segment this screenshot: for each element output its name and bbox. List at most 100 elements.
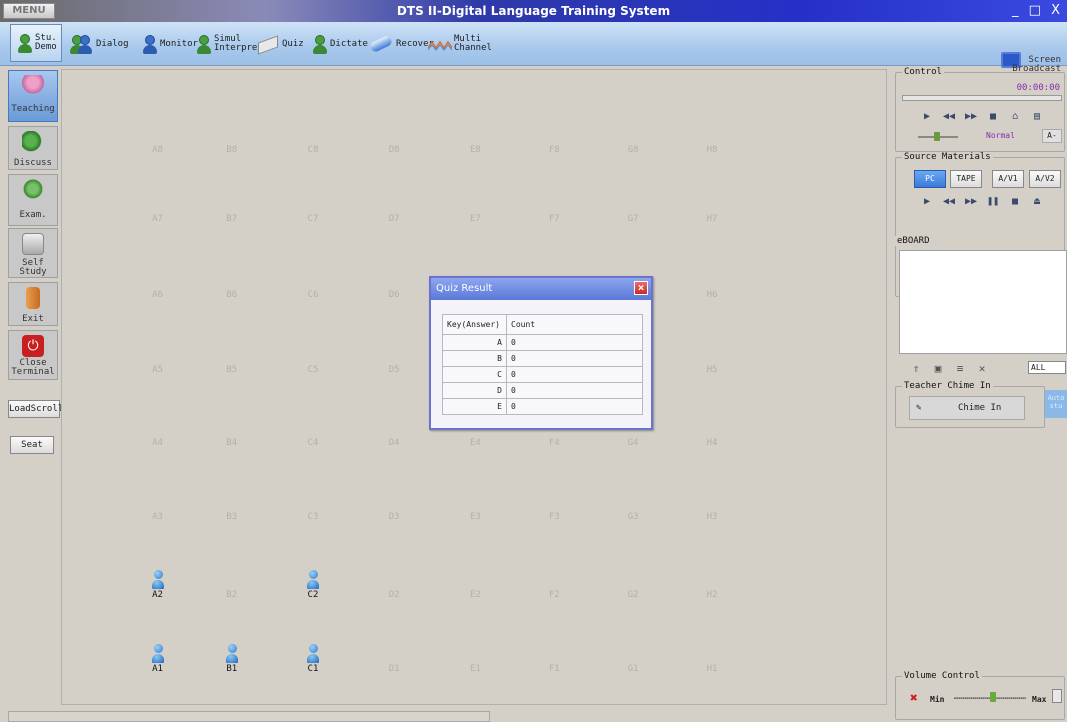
seat-a4[interactable]: A4 <box>138 438 178 448</box>
source-pc-button[interactable]: PC <box>914 170 946 188</box>
window-controls[interactable]: _ □ X <box>1012 0 1063 22</box>
seat-g3[interactable]: G3 <box>613 512 653 522</box>
seat-e8[interactable]: E8 <box>455 145 495 155</box>
student-icon[interactable] <box>306 570 319 592</box>
seat-b3[interactable]: B3 <box>212 512 252 522</box>
student-icon[interactable] <box>151 570 164 592</box>
seat-h4[interactable]: H4 <box>692 438 732 448</box>
seat-f7[interactable]: F7 <box>534 214 574 224</box>
seat-b2[interactable]: B2 <box>212 590 252 600</box>
seat-f2[interactable]: F2 <box>534 590 574 600</box>
eboard-canvas[interactable] <box>899 250 1067 354</box>
fast-forward-icon[interactable]: ▶▶ <box>960 111 982 122</box>
eject-icon[interactable]: ⏏ <box>1026 196 1048 207</box>
seat-f1[interactable]: F1 <box>534 664 574 674</box>
mode-exam[interactable]: Exam. <box>8 174 58 226</box>
student-icon[interactable] <box>225 644 238 666</box>
seat-a5[interactable]: A5 <box>138 365 178 375</box>
seat-c4[interactable]: C4 <box>293 438 333 448</box>
rewind-icon[interactable]: ◀◀ <box>938 111 960 122</box>
seat-h7[interactable]: H7 <box>692 214 732 224</box>
seat-a6[interactable]: A6 <box>138 290 178 300</box>
speed-slider[interactable] <box>918 132 958 141</box>
student-icon[interactable] <box>306 644 319 666</box>
close-icon[interactable]: × <box>634 281 648 295</box>
seat-d3[interactable]: D3 <box>374 512 414 522</box>
seat-b7[interactable]: B7 <box>212 214 252 224</box>
eboard-filter-select[interactable]: ALL <box>1028 361 1066 374</box>
seat-d4[interactable]: D4 <box>374 438 414 448</box>
fast-forward-icon[interactable]: ▶▶ <box>960 196 982 207</box>
chime-in-button[interactable]: ✎ Chime In <box>909 396 1025 420</box>
seat-g2[interactable]: G2 <box>613 590 653 600</box>
play-icon[interactable]: ▶ <box>916 196 938 207</box>
seat-d5[interactable]: D5 <box>374 365 414 375</box>
seat-e4[interactable]: E4 <box>455 438 495 448</box>
seat-c5[interactable]: C5 <box>293 365 333 375</box>
mode-self-study[interactable]: Self Study <box>8 228 58 278</box>
source-av2-button[interactable]: A/V2 <box>1029 170 1061 188</box>
dictate-button[interactable]: Dictate <box>310 31 368 57</box>
file-icon[interactable]: ▤ <box>1026 111 1048 122</box>
seat-b6[interactable]: B6 <box>212 290 252 300</box>
seat-c3[interactable]: C3 <box>293 512 333 522</box>
seat-c8[interactable]: C8 <box>293 145 333 155</box>
open-folder-icon[interactable]: ⌂ <box>1004 111 1026 122</box>
stop-icon[interactable]: ■ <box>982 111 1004 122</box>
delete-icon[interactable]: ✕ <box>971 362 993 375</box>
seat-b5[interactable]: B5 <box>212 365 252 375</box>
seat-g8[interactable]: G8 <box>613 145 653 155</box>
stu-demo-button[interactable]: Stu. Demo <box>10 24 62 62</box>
seat-f8[interactable]: F8 <box>534 145 574 155</box>
save-icon[interactable]: ▣ <box>927 362 949 375</box>
monitor-button[interactable]: Monitor <box>140 31 198 57</box>
dialog-button[interactable]: Dialog <box>70 31 129 57</box>
seat-g7[interactable]: G7 <box>613 214 653 224</box>
seat-c7[interactable]: C7 <box>293 214 333 224</box>
volume-slider[interactable] <box>954 692 1026 702</box>
seat-e3[interactable]: E3 <box>455 512 495 522</box>
seat-d2[interactable]: D2 <box>374 590 414 600</box>
play-icon[interactable]: ▶ <box>916 111 938 122</box>
seat-h6[interactable]: H6 <box>692 290 732 300</box>
mute-icon[interactable]: ✖ <box>910 691 918 706</box>
student-icon[interactable] <box>151 644 164 666</box>
seat-h8[interactable]: H8 <box>692 145 732 155</box>
seat-f4[interactable]: F4 <box>534 438 574 448</box>
font-size-button[interactable]: A- <box>1042 129 1062 143</box>
volume-slider-thumb[interactable] <box>990 692 997 702</box>
mode-exit[interactable]: Exit <box>8 282 58 326</box>
seat-d1[interactable]: D1 <box>374 664 414 674</box>
load-scroll-button[interactable]: LoadScroll <box>8 400 63 418</box>
mode-teaching[interactable]: Teaching <box>8 70 58 122</box>
quiz-button[interactable]: Quiz <box>256 31 304 57</box>
seat-h1[interactable]: H1 <box>692 664 732 674</box>
seat-button[interactable]: Seat <box>10 436 54 454</box>
align-icon[interactable]: ≡ <box>949 362 971 375</box>
seat-g4[interactable]: G4 <box>613 438 653 448</box>
source-av1-button[interactable]: A/V1 <box>992 170 1024 188</box>
menu-button[interactable]: MENU <box>3 3 55 19</box>
pause-icon[interactable]: ❚❚ <box>982 196 1004 207</box>
seat-g1[interactable]: G1 <box>613 664 653 674</box>
seat-e2[interactable]: E2 <box>455 590 495 600</box>
seat-e1[interactable]: E1 <box>455 664 495 674</box>
seat-b8[interactable]: B8 <box>212 145 252 155</box>
seat-a7[interactable]: A7 <box>138 214 178 224</box>
mode-discuss[interactable]: Discuss <box>8 126 58 170</box>
source-tape-button[interactable]: TAPE <box>950 170 982 188</box>
multi-channel-button[interactable]: Multi Channel <box>428 31 492 57</box>
seat-h2[interactable]: H2 <box>692 590 732 600</box>
seat-h3[interactable]: H3 <box>692 512 732 522</box>
seat-c6[interactable]: C6 <box>293 290 333 300</box>
rewind-icon[interactable]: ◀◀ <box>938 196 960 207</box>
recover-button[interactable]: Recover <box>368 31 434 57</box>
playback-progress[interactable] <box>902 95 1062 101</box>
upload-icon[interactable]: ⇑ <box>905 362 927 375</box>
seat-e7[interactable]: E7 <box>455 214 495 224</box>
mode-close-terminal[interactable]: ⏻ Close Terminal <box>8 330 58 380</box>
simul-interpret-button[interactable]: Simul Interpret <box>194 31 263 57</box>
seat-h5[interactable]: H5 <box>692 365 732 375</box>
auto-student-button[interactable]: Auto stu <box>1045 390 1067 418</box>
seat-a3[interactable]: A3 <box>138 512 178 522</box>
